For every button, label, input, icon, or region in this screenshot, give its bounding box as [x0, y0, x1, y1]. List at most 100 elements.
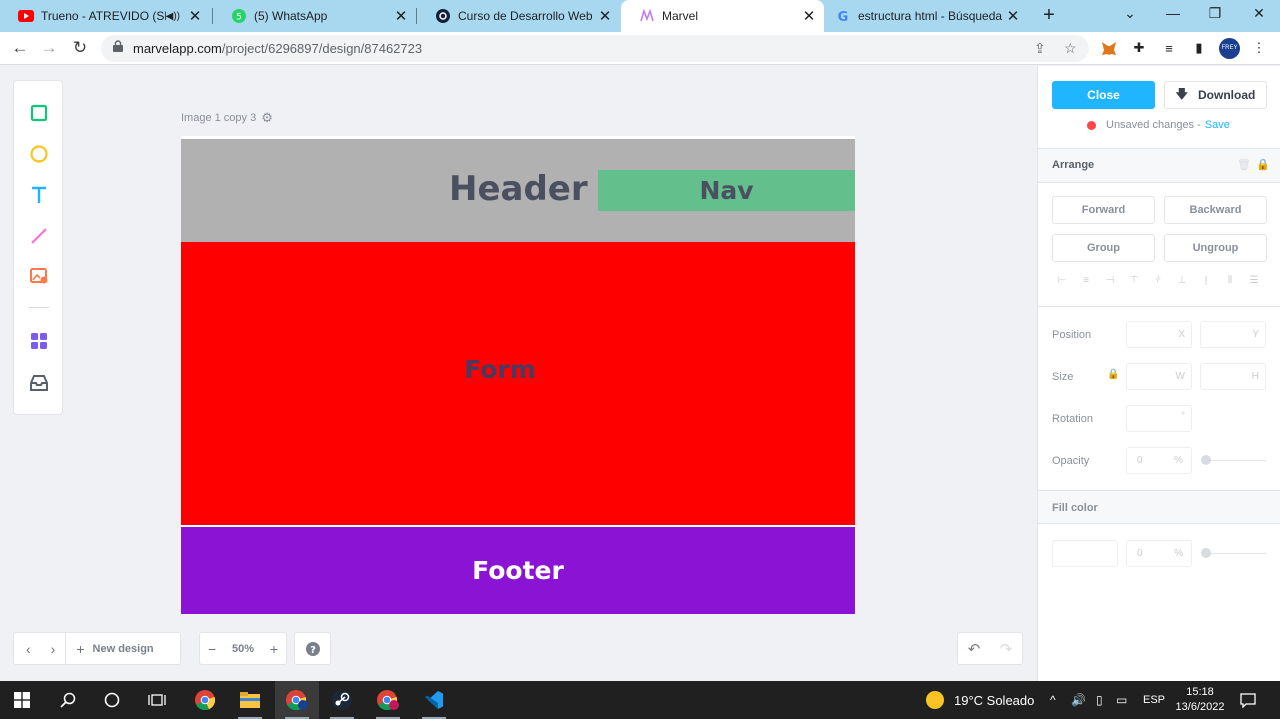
vscode-icon[interactable] — [412, 681, 456, 719]
volume-icon[interactable]: 🔊 — [1071, 681, 1086, 719]
components-grid-icon[interactable] — [29, 331, 49, 351]
profile-avatar[interactable]: FREY — [1219, 38, 1240, 59]
ungroup-button[interactable]: Ungroup — [1164, 234, 1267, 262]
text-tool-icon[interactable] — [29, 185, 49, 205]
restore-button[interactable]: ❐ — [1205, 5, 1225, 22]
svg-text:?: ? — [310, 645, 316, 656]
side-panel-icon[interactable]: ▮ — [1190, 39, 1208, 57]
trash-icon[interactable]: 🗑 — [1237, 158, 1251, 171]
reading-list-icon[interactable]: ≡ — [1160, 39, 1178, 57]
zoom-out-icon[interactable]: − — [200, 641, 224, 657]
tab-platzi[interactable]: Curso de Desarrollo Web | Pl ✕ — [417, 0, 620, 32]
width-input[interactable]: W — [1126, 363, 1192, 390]
reload-icon[interactable]: ↻ — [70, 38, 90, 58]
artboard-label[interactable]: Image 1 copy 3 ⚙ — [181, 110, 273, 126]
network-icon[interactable]: ▭ — [1116, 681, 1127, 719]
extensions-puzzle-icon[interactable]: ✚ — [1130, 39, 1148, 57]
close-tab-icon[interactable]: ✕ — [186, 7, 204, 25]
new-design-button[interactable]: New design — [93, 643, 154, 655]
windows-start-icon[interactable] — [0, 681, 44, 719]
fill-color-swatch[interactable] — [1052, 540, 1118, 567]
opacity-slider-knob[interactable] — [1201, 455, 1211, 465]
align-left-icon[interactable]: ⊢ — [1056, 275, 1068, 287]
metamask-icon[interactable] — [1100, 39, 1118, 57]
steam-icon[interactable] — [320, 681, 364, 719]
battery-icon[interactable]: ▯ — [1096, 681, 1103, 719]
close-button[interactable]: Close — [1052, 81, 1155, 109]
undo-icon[interactable]: ↶ — [960, 640, 989, 658]
save-link[interactable]: Save — [1205, 119, 1230, 131]
inbox-icon[interactable] — [29, 373, 49, 393]
system-clock[interactable]: 15:18 13/6/2022 — [1172, 685, 1228, 715]
search-icon[interactable] — [46, 681, 90, 719]
tab-youtube[interactable]: Trueno - ATREVIDO (Shot ◀)) ✕ — [0, 0, 210, 32]
chrome-taskbar-icon[interactable] — [183, 681, 227, 719]
opacity-slider-track[interactable] — [1206, 460, 1266, 461]
hidden-icons-chevron-icon[interactable]: ^ — [1050, 681, 1056, 719]
y-input[interactable]: Y — [1200, 321, 1266, 348]
cortana-icon[interactable] — [90, 681, 134, 719]
opacity-input[interactable]: 0 % — [1126, 447, 1192, 474]
file-explorer-icon[interactable] — [228, 681, 272, 719]
align-middle-icon[interactable]: ⫩ — [1152, 275, 1164, 287]
align-bottom-icon[interactable]: ⊥ — [1176, 275, 1188, 287]
rectangle-tool-icon[interactable] — [29, 103, 49, 123]
url-text[interactable]: marvelapp.com/project/6296897/design/874… — [133, 41, 422, 56]
minimize-button[interactable]: — — [1163, 5, 1183, 21]
redo-icon[interactable]: ↷ — [992, 640, 1021, 658]
gear-icon[interactable]: ⚙ — [261, 110, 273, 126]
align-center-icon[interactable]: ≡ — [1080, 275, 1092, 287]
line-tool-icon[interactable] — [29, 226, 49, 246]
chrome-secondary-taskbar-icon[interactable] — [366, 681, 410, 719]
notifications-icon[interactable] — [1240, 681, 1256, 719]
fill-opacity-slider-knob[interactable] — [1201, 548, 1211, 558]
fill-opacity-input[interactable]: 0 % — [1126, 540, 1192, 567]
chrome-profile-taskbar-icon[interactable] — [275, 681, 319, 719]
help-button[interactable]: ? — [294, 632, 331, 665]
tab-whatsapp[interactable]: 5 (5) WhatsApp ✕ — [213, 0, 416, 32]
close-tab-icon[interactable]: ✕ — [392, 7, 410, 25]
speaker-icon[interactable]: ◀)) — [166, 11, 180, 22]
backward-button[interactable]: Backward — [1164, 196, 1267, 224]
x-input[interactable]: X — [1126, 321, 1192, 348]
form-block[interactable]: Form — [181, 242, 855, 525]
height-input[interactable]: H — [1200, 363, 1266, 390]
footer-block[interactable]: Footer — [181, 527, 855, 614]
ellipse-tool-icon[interactable] — [29, 144, 49, 164]
forward-icon[interactable]: → — [39, 38, 59, 58]
align-top-icon[interactable]: ⊤ — [1128, 275, 1140, 287]
task-view-icon[interactable] — [135, 681, 179, 719]
nav-block[interactable]: Nav — [598, 170, 855, 211]
bookmark-star-icon[interactable]: ☆ — [1064, 40, 1077, 57]
distribute-vertical-icon[interactable]: ☰ — [1248, 275, 1260, 287]
align-right-icon[interactable]: ⊣ — [1104, 275, 1116, 287]
close-window-button[interactable]: ✕ — [1249, 5, 1269, 22]
next-design-icon[interactable]: › — [41, 641, 66, 657]
close-tab-icon[interactable]: ✕ — [1004, 7, 1022, 25]
artboard[interactable]: Header Nav Form Footer — [181, 136, 855, 614]
share-icon[interactable]: ⇪ — [1034, 40, 1046, 57]
lock-layer-icon[interactable]: 🔒 — [1256, 158, 1270, 171]
download-button[interactable]: 🡇 Download — [1164, 81, 1267, 109]
zoom-in-icon[interactable]: + — [262, 641, 286, 657]
rotation-input[interactable]: ° — [1126, 405, 1192, 432]
back-icon[interactable]: ← — [10, 38, 30, 58]
new-tab-button[interactable]: + — [1038, 4, 1060, 26]
rotation-label: Rotation — [1052, 413, 1093, 425]
close-tab-icon[interactable]: ✕ — [800, 7, 818, 25]
group-button[interactable]: Group — [1052, 234, 1155, 262]
previous-design-icon[interactable]: ‹ — [14, 641, 41, 657]
close-tab-icon[interactable]: ✕ — [596, 7, 614, 25]
weather-widget[interactable]: 19°C Soleado — [926, 681, 1034, 719]
language-indicator[interactable]: ESP — [1143, 681, 1165, 719]
tab-google[interactable]: G estructura html - Búsqueda d ✕ — [825, 0, 1028, 32]
image-tool-icon[interactable] — [29, 266, 49, 286]
tab-search-chevron-icon[interactable]: ⌄ — [1120, 5, 1140, 22]
fill-opacity-slider-track[interactable] — [1206, 553, 1266, 554]
distribute-horizontal-icon[interactable]: ⫴ — [1224, 275, 1236, 287]
plus-icon[interactable]: + — [66, 641, 92, 657]
forward-button[interactable]: Forward — [1052, 196, 1155, 224]
chrome-menu-icon[interactable]: ⋮ — [1250, 39, 1268, 57]
aspect-lock-icon[interactable]: 🔒 — [1107, 369, 1119, 380]
tab-marvel[interactable]: Marvel ✕ — [621, 0, 824, 32]
